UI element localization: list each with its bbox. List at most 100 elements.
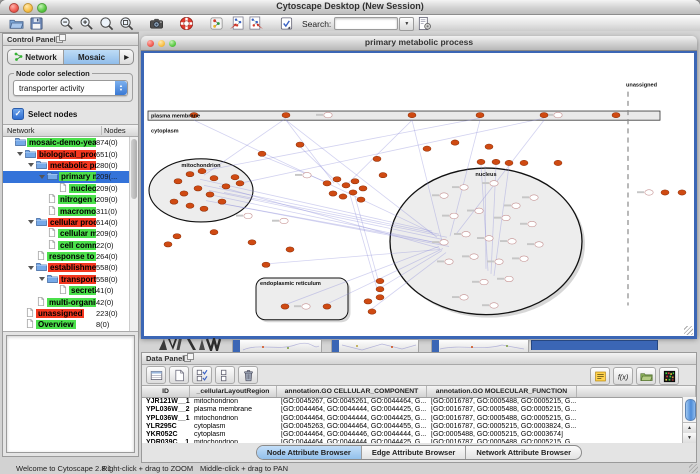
save-icon[interactable]: [26, 16, 46, 32]
selected-node[interactable]: [186, 203, 194, 208]
open-file-icon[interactable]: [6, 16, 26, 32]
region-plasma-membrane[interactable]: [148, 111, 660, 120]
tab-network-attribute-browser[interactable]: Network Attribute Browser: [466, 446, 581, 459]
tree-row[interactable]: nitrogen compo209(0): [3, 194, 138, 205]
column-header[interactable]: annotation.GO MOLECULAR_FUNCTION: [427, 386, 577, 397]
selected-node[interactable]: [329, 191, 337, 196]
selected-node[interactable]: [351, 179, 359, 184]
select-attributes-icon[interactable]: [192, 366, 212, 384]
tree-row[interactable]: transport558(0): [3, 274, 138, 285]
tree-row[interactable]: primary metabo209(...: [3, 171, 138, 182]
unselected-node[interactable]: [445, 259, 453, 264]
disclosure-triangle-icon[interactable]: [17, 152, 23, 156]
table-cell[interactable]: [GO:0044464, GO:0044444, GO:0044425, G..…: [277, 406, 427, 414]
selected-node[interactable]: [236, 181, 244, 186]
table-cell[interactable]: YPL036W__2: [142, 406, 190, 414]
unselected-node[interactable]: [460, 295, 468, 300]
unselected-node[interactable]: [303, 172, 311, 177]
new-attribute-icon[interactable]: [169, 366, 189, 384]
attribute-table-icon[interactable]: [146, 366, 166, 384]
tree-row[interactable]: mosaic-demo-yeast874(0): [3, 137, 138, 148]
disclosure-triangle-icon[interactable]: [39, 175, 45, 179]
zoom-out-icon[interactable]: [56, 16, 76, 32]
selected-node[interactable]: [376, 287, 384, 292]
unselected-node[interactable]: [440, 193, 448, 198]
network-window-titlebar[interactable]: primary metabolic process: [141, 36, 697, 51]
table-row[interactable]: YKR052Ccytoplasm[GO:0044464, GO:0044446,…: [142, 431, 696, 439]
selected-node[interactable]: [368, 309, 376, 314]
help-lifering-icon[interactable]: [176, 16, 196, 32]
zoom-fit-icon[interactable]: [116, 16, 136, 32]
birds-eye-view[interactable]: [6, 335, 135, 453]
table-cell[interactable]: [GO:0016787, GO:0005488, GO:0005215, G..…: [427, 406, 577, 414]
attribute-list-icon[interactable]: [590, 367, 610, 385]
selected-node[interactable]: [485, 144, 493, 149]
selected-node[interactable]: [286, 247, 294, 252]
selected-node[interactable]: [477, 159, 485, 164]
tab-network[interactable]: Network: [8, 50, 64, 64]
unselected-node[interactable]: [324, 112, 332, 117]
tree-row[interactable]: Overview8(0): [3, 319, 138, 330]
tree-row[interactable]: response to stimulu264(0): [3, 251, 138, 262]
search-config-icon[interactable]: [414, 16, 434, 32]
view-resize-grip[interactable]: [684, 326, 693, 335]
selected-node[interactable]: [173, 234, 181, 239]
selected-node[interactable]: [342, 183, 350, 188]
table-scrollbar-thumb[interactable]: [685, 399, 696, 421]
node-color-dropdown[interactable]: transporter activity ▲▼: [13, 80, 128, 96]
selected-node[interactable]: [218, 199, 226, 204]
selected-node[interactable]: [186, 171, 194, 176]
selected-node[interactable]: [262, 262, 270, 267]
select-nodes-checkbox[interactable]: ✓: [12, 108, 24, 120]
table-row[interactable]: YDR039C__1mitochondrion[GO:0044464, GO:0…: [142, 439, 696, 443]
selected-node[interactable]: [451, 140, 459, 145]
tree-row[interactable]: biological_process651(0): [3, 148, 138, 159]
unselected-node[interactable]: [502, 215, 510, 220]
delete-attribute-icon[interactable]: [238, 366, 258, 384]
selected-node[interactable]: [373, 156, 381, 161]
table-cell[interactable]: YKR052C: [142, 431, 190, 439]
selected-node[interactable]: [357, 197, 365, 202]
scroll-down-icon[interactable]: ▼: [683, 433, 696, 443]
selected-node[interactable]: [206, 192, 214, 197]
table-cell[interactable]: cytoplasm: [190, 423, 277, 431]
tree-row[interactable]: cellular metabo209(0): [3, 228, 138, 239]
selected-node[interactable]: [376, 278, 384, 283]
unselected-node[interactable]: [280, 218, 288, 223]
select-document-icon[interactable]: [276, 16, 296, 32]
disclosure-triangle-icon[interactable]: [28, 220, 34, 224]
selected-node[interactable]: [198, 168, 206, 173]
tree-row[interactable]: unassigned223(0): [3, 308, 138, 319]
table-cell[interactable]: mitochondrion: [190, 439, 277, 443]
disclosure-triangle-icon[interactable]: [39, 277, 45, 281]
selected-node[interactable]: [210, 176, 218, 181]
import-attributes-icon[interactable]: [636, 367, 656, 385]
selected-node[interactable]: [164, 242, 172, 247]
selected-node[interactable]: [210, 230, 218, 235]
unselected-node[interactable]: [450, 213, 458, 218]
unselected-node[interactable]: [535, 242, 543, 247]
column-header[interactable]: ID: [142, 386, 190, 397]
network-graph[interactable]: plasma membranecytoplasmmitochondrionnuc…: [144, 53, 694, 336]
unselected-node[interactable]: [495, 259, 503, 264]
selected-node[interactable]: [476, 112, 484, 117]
tree-scrollbar-thumb[interactable]: [131, 139, 137, 199]
edge[interactable]: [262, 156, 332, 185]
tree-row[interactable]: secretion41(0): [3, 285, 138, 296]
table-cell[interactable]: mitochondrion: [190, 398, 277, 406]
unselect-attributes-icon[interactable]: [215, 366, 235, 384]
table-row[interactable]: YPL036W__2plasma membrane[GO:0044464, GO…: [142, 406, 696, 414]
table-cell[interactable]: [GO:0016787, GO:0005488, GO:0005215, G..…: [427, 415, 577, 423]
table-row[interactable]: YPL036W__1mitochondrion[GO:0044464, GO:0…: [142, 415, 696, 423]
attribute-matrix-icon[interactable]: [659, 367, 679, 385]
selected-node[interactable]: [678, 190, 686, 195]
tree-row[interactable]: multi-organism pro42(0): [3, 296, 138, 307]
unselected-node[interactable]: [440, 240, 448, 245]
network-view-window[interactable]: primary metabolic process plasma membran…: [141, 36, 697, 337]
table-cell[interactable]: [GO:0016787, GO:0005488, GO:0005215, G..…: [427, 398, 577, 406]
selected-node[interactable]: [258, 151, 266, 156]
table-cell[interactable]: plasma membrane: [190, 406, 277, 414]
unselected-node[interactable]: [505, 276, 513, 281]
tree-row[interactable]: cell communicat22(0): [3, 240, 138, 251]
selected-node[interactable]: [408, 112, 416, 117]
